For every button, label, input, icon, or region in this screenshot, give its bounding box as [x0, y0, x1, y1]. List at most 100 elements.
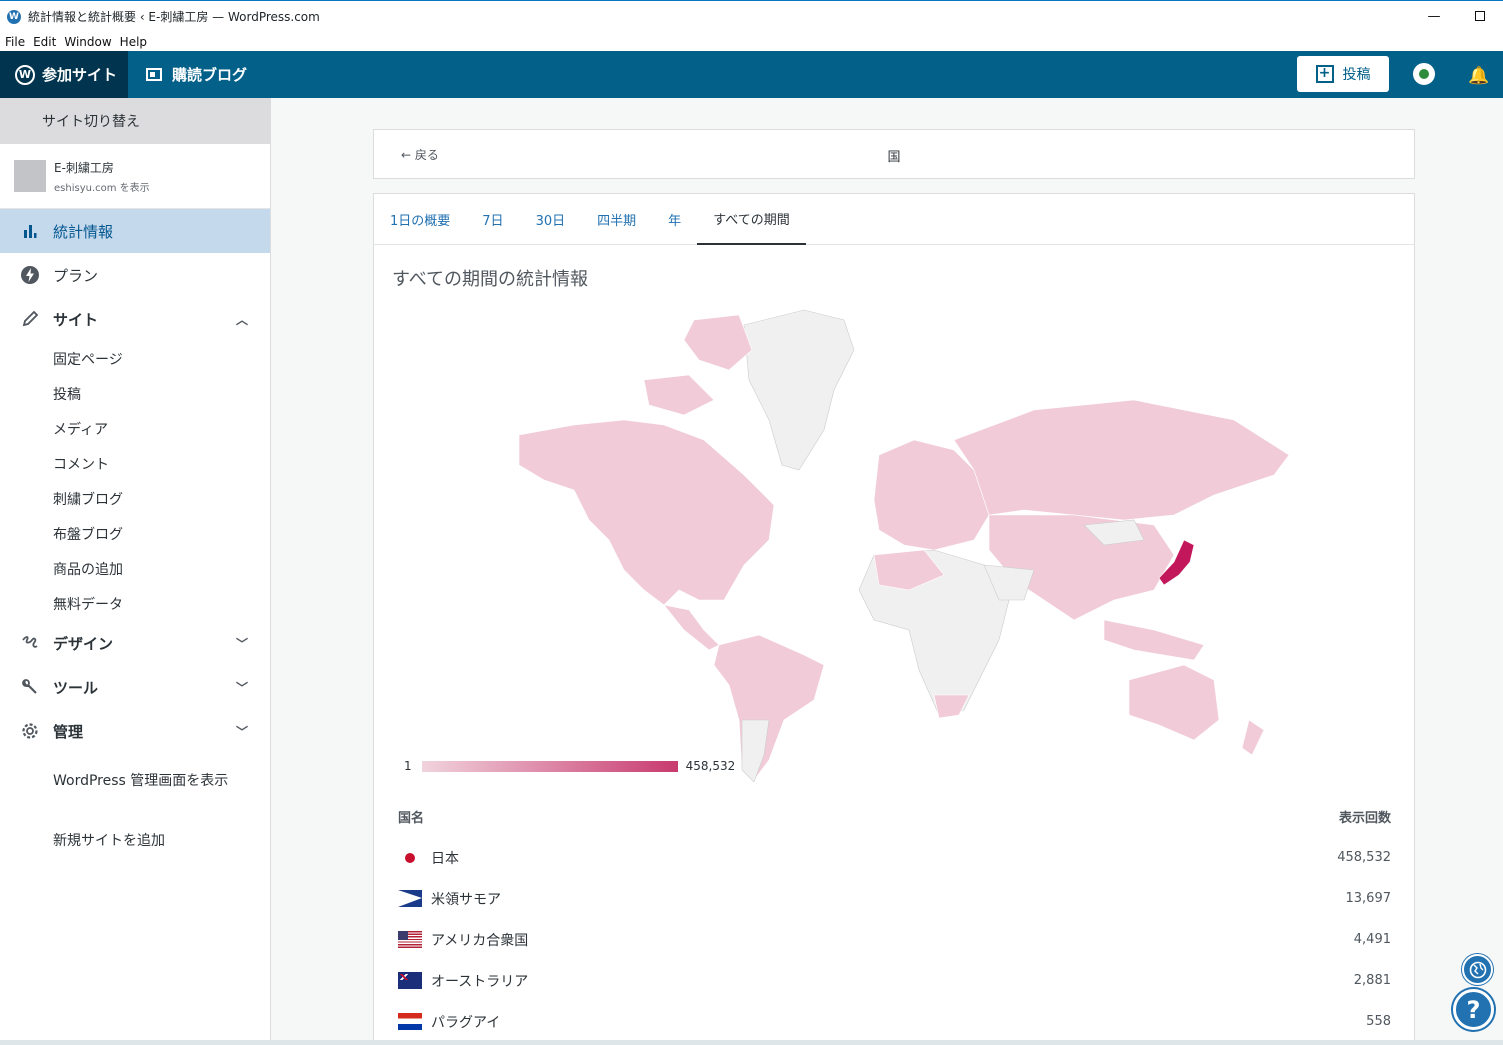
japan-flag-icon [398, 849, 422, 866]
country-name: 日本 [431, 850, 459, 867]
col-views: 表示回数 [1338, 811, 1391, 826]
sidebar-subitem-embroidery-blog[interactable]: 刺繍ブログ [0, 481, 270, 516]
tab-7days[interactable]: 7日 [466, 194, 519, 245]
tab-day[interactable]: 1日の概要 [374, 194, 466, 245]
chevron-down-icon: ﹀ [235, 637, 248, 651]
sidebar-item-label: サイト [53, 310, 99, 329]
bottom-strip [0, 1040, 1503, 1045]
tab-year[interactable]: 年 [652, 194, 697, 245]
sidebar: サイト切り替え E-刺繍工房 eshisyu.com を表示 統計情報 プラン … [0, 98, 271, 1045]
country-name: アメリカ合衆国 [431, 932, 529, 949]
sidebar-subitem-pages[interactable]: 固定ページ [0, 341, 270, 376]
sidebar-item-design[interactable]: デザイン ﹀ [0, 621, 270, 665]
map-southeast-asia [1103, 619, 1205, 661]
wrench-icon [20, 677, 40, 697]
sidebar-subitem-comments[interactable]: コメント [0, 446, 270, 481]
page-title: 国 [887, 150, 901, 165]
my-sites-label: 参加サイト [42, 66, 118, 84]
sidebar-item-plans[interactable]: プラン [0, 253, 270, 297]
sidebar-subitem-free-data[interactable]: 無料データ [0, 586, 270, 621]
minimize-button[interactable]: — [1411, 1, 1457, 31]
view-count: 4,491 [1353, 932, 1391, 947]
reader-button[interactable]: 購読ブログ [146, 64, 247, 85]
sidebar-item-label: 管理 [53, 722, 84, 741]
bar-chart-icon [20, 221, 40, 241]
menu-file[interactable]: File [5, 35, 25, 49]
american-samoa-flag-icon [398, 890, 422, 907]
chevron-down-icon: ﹀ [235, 681, 248, 695]
help-button[interactable]: ? [1453, 989, 1494, 1030]
sidebar-item-stats[interactable]: 統計情報 [0, 209, 270, 253]
add-new-site-link[interactable]: 新規サイトを追加 [0, 807, 270, 873]
reader-icon [146, 68, 162, 81]
wordpress-icon: W [15, 64, 35, 85]
usa-flag-icon [398, 931, 422, 948]
globe-icon[interactable] [1462, 954, 1493, 985]
map-central-america [663, 604, 720, 651]
maximize-button[interactable] [1457, 1, 1503, 31]
notifications-bell-icon[interactable]: 🔔 [1468, 66, 1489, 86]
avatar[interactable] [1413, 63, 1435, 85]
chevron-up-icon: ︿ [235, 313, 248, 327]
bolt-icon [20, 265, 40, 285]
view-count: 13,697 [1345, 891, 1392, 906]
write-button[interactable]: + 投稿 [1297, 56, 1389, 92]
chevron-down-icon: ﹀ [235, 725, 248, 739]
gear-icon [20, 721, 40, 741]
masterbar: W 参加サイト 購読ブログ + 投稿 🔔 [0, 51, 1503, 98]
world-map [518, 309, 1290, 783]
pencil-icon [20, 309, 40, 329]
period-tabs: 1日の概要 7日 30日 四半期 年 すべての期間 [374, 194, 1414, 245]
table-row: オーストラリア 2,881 [398, 960, 1391, 1001]
window-titlebar: W 統計情報と統計概要 ‹ E-刺繍工房 — WordPress.com — [0, 0, 1503, 32]
menu-bar: File Edit Window Help [0, 32, 1503, 51]
site-url[interactable]: eshisyu.com を表示 [54, 179, 150, 194]
legend-gradient-bar [421, 760, 678, 772]
view-count: 458,532 [1337, 850, 1391, 865]
site-name: E-刺繍工房 [54, 160, 114, 175]
sidebar-subitem-posts[interactable]: 投稿 [0, 376, 270, 411]
menu-edit[interactable]: Edit [33, 35, 56, 49]
sidebar-item-tools[interactable]: ツール ﹀ [0, 665, 270, 709]
legend-min: 1 [404, 759, 412, 773]
country-table-header: 国名 表示回数 [398, 807, 1391, 826]
site-icon [14, 160, 46, 192]
wordpress-logo-icon: W [7, 9, 21, 24]
country-name: オーストラリア [431, 973, 529, 990]
maximize-icon [1475, 11, 1485, 21]
table-row: 日本 458,532 [398, 837, 1391, 878]
sidebar-subitem-media[interactable]: メディア [0, 411, 270, 446]
switch-site-button[interactable]: サイト切り替え [0, 98, 270, 144]
tab-quarter[interactable]: 四半期 [581, 194, 652, 245]
write-label: 投稿 [1342, 67, 1371, 83]
menu-window[interactable]: Window [64, 35, 111, 49]
help-icon: ? [1466, 995, 1481, 1024]
sidebar-item-label: プラン [53, 266, 99, 285]
wp-admin-link[interactable]: WordPress 管理画面を表示 [0, 753, 270, 807]
map-australia [1128, 664, 1220, 741]
table-row: アメリカ合衆国 4,491 [398, 919, 1391, 960]
section-title: すべての期間の統計情報 [392, 269, 589, 290]
australia-flag-icon [398, 972, 422, 989]
country-name: 米領サモア [431, 891, 501, 908]
current-site-card[interactable]: E-刺繍工房 eshisyu.com を表示 [0, 144, 270, 209]
view-count: 558 [1366, 1014, 1391, 1029]
country-list: 日本 458,532 米領サモア 13,697 アメリカ合衆国 4,491 オー… [398, 837, 1391, 1042]
tab-all-time[interactable]: すべての期間 [697, 194, 806, 245]
tab-30days[interactable]: 30日 [520, 194, 582, 245]
stats-card: 1日の概要 7日 30日 四半期 年 すべての期間 すべての期間の統計情報 1 … [373, 193, 1415, 1045]
sidebar-item-label: 統計情報 [53, 222, 114, 241]
sidebar-subitem-add-product[interactable]: 商品の追加 [0, 551, 270, 586]
menu-help[interactable]: Help [120, 35, 147, 49]
sidebar-item-label: ツール [53, 678, 99, 697]
country-name: パラグアイ [431, 1014, 501, 1031]
col-country: 国名 [398, 811, 425, 826]
my-sites-button[interactable]: W 参加サイト [0, 51, 128, 98]
map-legend: 1 458,532 [404, 759, 735, 773]
sidebar-item-site[interactable]: サイト ︿ [0, 297, 270, 341]
sidebar-subitem-board-blog[interactable]: 布盤ブログ [0, 516, 270, 551]
map-russia [953, 399, 1290, 521]
table-row: 米領サモア 13,697 [398, 878, 1391, 919]
reader-label: 購読ブログ [172, 66, 248, 84]
sidebar-item-manage[interactable]: 管理 ﹀ [0, 709, 270, 753]
